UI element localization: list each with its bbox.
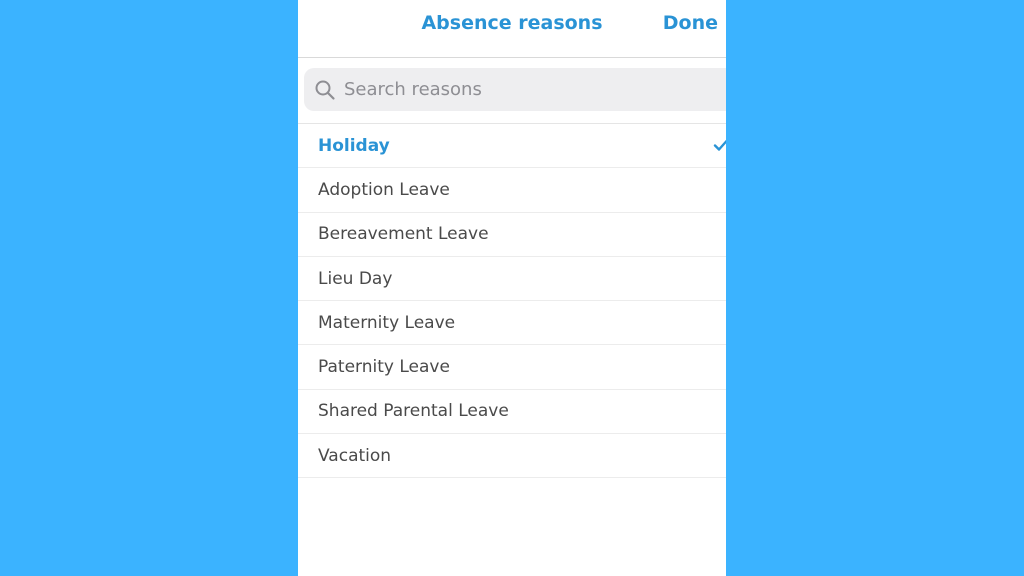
absence-reasons-screen: Absence reasons Done Holiday Adoption Le… <box>298 0 726 576</box>
list-item-maternity-leave[interactable]: Maternity Leave <box>298 301 726 346</box>
list-item-bereavement-leave[interactable]: Bereavement Leave <box>298 213 726 257</box>
search-icon <box>314 79 336 101</box>
list-item-label: Adoption Leave <box>318 179 450 200</box>
list-item-label: Vacation <box>318 445 392 466</box>
search-box[interactable] <box>304 68 726 111</box>
list-item-label: Holiday <box>318 135 390 156</box>
list-item-adoption-leave[interactable]: Adoption Leave <box>298 168 726 213</box>
list-item-label: Maternity Leave <box>318 312 456 333</box>
list-item-label: Bereavement Leave <box>318 224 489 245</box>
done-button[interactable]: Done <box>663 12 718 34</box>
nav-bar: Absence reasons Done <box>298 0 726 58</box>
list-item-label: Lieu Day <box>318 268 393 289</box>
search-bar <box>298 58 726 124</box>
checkmark-icon <box>713 137 726 153</box>
reasons-list: Holiday Adoption Leave Bereavement Leave… <box>298 124 726 479</box>
list-item-label: Paternity Leave <box>318 357 450 378</box>
list-item-lieu-day[interactable]: Lieu Day <box>298 257 726 302</box>
list-item-shared-parental-leave[interactable]: Shared Parental Leave <box>298 390 726 435</box>
list-item-holiday[interactable]: Holiday <box>298 124 726 169</box>
list-item-vacation[interactable]: Vacation <box>298 434 726 479</box>
list-item-label: Shared Parental Leave <box>318 401 509 422</box>
search-input[interactable] <box>344 79 664 100</box>
list-item-paternity-leave[interactable]: Paternity Leave <box>298 345 726 390</box>
